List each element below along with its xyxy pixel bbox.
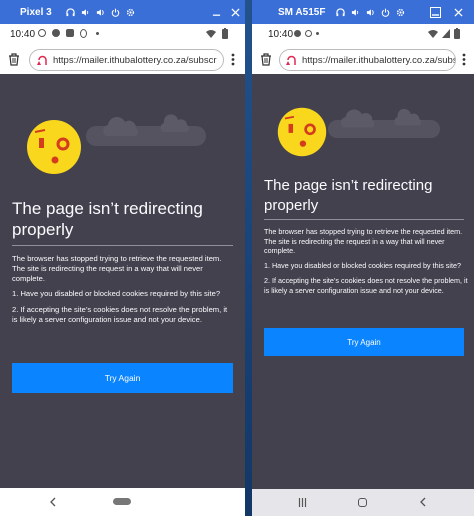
volume-down-icon[interactable] [351,8,360,17]
overflow-menu-icon[interactable] [462,53,466,66]
divider [264,219,464,220]
tracking-protection-warning-icon[interactable] [285,54,298,66]
try-again-button[interactable]: Try Again [12,363,233,393]
home-icon[interactable] [358,498,367,507]
try-again-button[interactable]: Try Again [264,328,464,356]
tracking-protection-warning-icon[interactable] [36,54,49,66]
android-status-bar: 10:40 [252,24,474,44]
back-icon[interactable] [420,497,426,507]
error-title-line1: The page isn’t redirecting [264,177,433,194]
url-text: https://mailer.ithubalottery.co.za/subsc [302,54,456,66]
wifi-icon [206,30,216,38]
headphones-icon[interactable] [66,7,75,17]
url-text: https://mailer.ithubalottery.co.za/subsc… [53,54,217,66]
browser-toolbar: https://mailer.ithubalottery.co.za/subsc [252,44,474,74]
close-icon[interactable] [454,8,463,17]
url-field[interactable]: https://mailer.ithubalottery.co.za/subsc… [29,49,224,71]
android-nav-bar [252,489,474,516]
recent-apps-icon[interactable] [298,498,307,507]
window-titlebar: SM A515F [252,0,474,24]
more-notifications-dot-icon [316,32,319,35]
error-title-line2: properly [12,220,74,239]
error-page: The page isn’t redirecting properly The … [0,74,245,488]
browser-toolbar: https://mailer.ithubalottery.co.za/subsc… [0,44,245,74]
shield-icon [66,29,74,37]
window-controls [66,7,135,17]
dizzy-face-icon [27,120,81,174]
window-title: SM A515F [278,6,326,18]
volume-down-icon[interactable] [81,8,90,17]
volume-up-icon[interactable] [366,8,375,17]
battery-icon [222,28,228,39]
settings-gear-icon[interactable] [396,8,405,17]
window-controls [336,7,405,17]
suggestion-item: 1. Have you disabled or blocked cookies … [264,260,461,270]
divider [12,245,233,246]
suggestion-item: 1. Have you disabled or blocked cookies … [12,289,221,298]
power-icon[interactable] [381,8,390,17]
trash-icon[interactable] [8,53,20,66]
cloud-icon [394,108,422,126]
suggestion-item: 2. If accepting the site’s cookies does … [264,276,468,295]
suggestion-item: 2. If accepting the site’s cookies does … [12,305,228,324]
overflow-menu-icon[interactable] [231,53,235,66]
settings-icon [305,30,312,37]
error-title: The page isn’t redirecting properly [12,198,237,240]
trash-icon[interactable] [260,53,272,66]
status-time: 10:40 [268,28,294,40]
error-title-line2: properly [264,197,319,214]
more-notifications-dot-icon [96,32,99,35]
error-title: The page isn’t redirecting properly [264,176,469,216]
home-pill-icon[interactable] [113,498,131,505]
status-time: 10:40 [10,28,36,40]
cloud-icon [103,117,138,136]
window-title: Pixel 3 [20,6,52,18]
error-body: The browser has stopped trying to retrie… [12,254,234,331]
volume-up-icon[interactable] [96,8,105,17]
notification-icon [294,30,301,37]
battery-icon [454,28,460,39]
cloud-icon [340,109,375,128]
error-body: The browser has stopped trying to retrie… [264,227,468,301]
error-description: The browser has stopped trying to retrie… [264,227,463,255]
minimize-icon[interactable] [212,8,221,17]
url-field[interactable]: https://mailer.ithubalottery.co.za/subsc [279,49,456,71]
chrome-icon [52,29,60,37]
error-title-line1: The page isn’t redirecting [12,199,203,218]
close-icon[interactable] [231,8,240,17]
device-window-pixel3: Pixel 3 10:40 https://mailer.ithubalotte… [0,0,245,516]
cloud-icon [160,114,190,132]
android-nav-bar [0,488,245,516]
window-titlebar: Pixel 3 [0,0,245,24]
signal-icon [442,29,450,38]
sync-icon [80,29,87,38]
error-page: The page isn’t redirecting properly The … [252,74,474,489]
minimize-icon[interactable] [430,7,441,18]
headphones-icon[interactable] [336,7,345,17]
dizzy-face-icon [277,107,327,157]
power-icon[interactable] [111,8,120,17]
error-description: The browser has stopped trying to retrie… [12,254,222,283]
settings-gear-icon[interactable] [126,8,135,17]
back-icon[interactable] [50,497,56,507]
wifi-icon [428,30,438,38]
android-status-bar: 10:40 [0,24,245,44]
device-window-sm-a515f: SM A515F 10:40 https://mailer.ithubalott… [252,0,474,516]
notification-icon [38,29,46,37]
